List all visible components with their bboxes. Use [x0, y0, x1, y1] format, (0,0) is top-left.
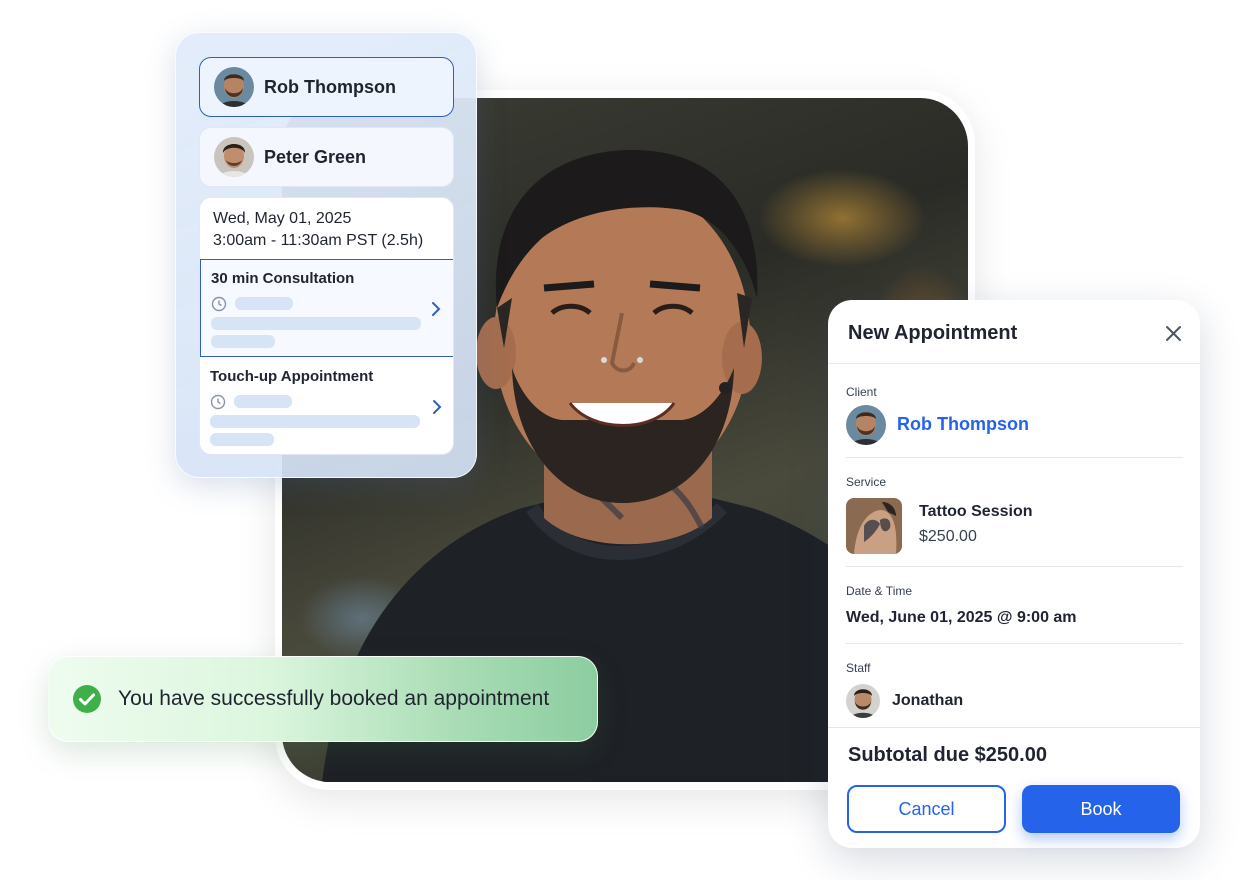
slot-time: 3:00am - 11:30am PST (2.5h) [213, 232, 424, 249]
new-appointment-panel: New Appointment Client Rob Thompson Serv… [828, 300, 1200, 848]
clock-icon [211, 296, 227, 312]
staff-name: Peter Green [264, 146, 367, 167]
chevron-right-icon [433, 400, 442, 414]
staff-label: Staff [846, 661, 871, 675]
clock-icon [210, 394, 226, 410]
staff-avatar [846, 684, 880, 718]
staff-option-peter-green[interactable]: Peter Green [199, 127, 454, 187]
service-label: Service [846, 475, 887, 489]
placeholder-bar [211, 335, 275, 348]
check-circle-icon [73, 685, 101, 713]
service-option-touch-up[interactable]: Touch-up Appointment [200, 358, 453, 454]
client-avatar [846, 405, 886, 445]
panel-title: New Appointment [848, 322, 1018, 344]
staff-option-rob-thompson[interactable]: Rob Thompson [199, 57, 454, 117]
service-name: Tattoo Session [919, 503, 1033, 520]
avatar [214, 67, 254, 107]
service-title: 30 min Consultation [211, 270, 355, 287]
service-thumbnail [846, 498, 902, 554]
placeholder-bar [211, 317, 421, 330]
datetime-label: Date & Time [846, 584, 913, 598]
success-toast: You have successfully booked an appointm… [48, 656, 598, 742]
placeholder-bar [210, 433, 274, 446]
placeholder-bar [235, 297, 293, 310]
time-slot-box: Wed, May 01, 2025 3:00am - 11:30am PST (… [199, 197, 454, 455]
slot-date: Wed, May 01, 2025 [213, 210, 352, 227]
divider [846, 566, 1183, 567]
chevron-right-icon [432, 302, 441, 316]
service-option-consultation[interactable]: 30 min Consultation [200, 259, 453, 357]
panel-header: New Appointment [828, 300, 1200, 364]
avatar [214, 137, 254, 177]
service-title: Touch-up Appointment [210, 368, 374, 385]
footer-divider [828, 727, 1200, 728]
client-label: Client [846, 385, 877, 399]
divider [846, 643, 1183, 644]
cancel-button[interactable]: Cancel [847, 785, 1006, 833]
staff-name: Rob Thompson [264, 76, 396, 97]
close-icon[interactable] [1165, 325, 1182, 342]
placeholder-bar [234, 395, 292, 408]
slot-header: Wed, May 01, 2025 3:00am - 11:30am PST (… [200, 198, 453, 260]
staff-picker-card: Rob Thompson Peter Green Wed, May 01, 20… [175, 32, 477, 478]
divider [846, 457, 1183, 458]
book-button[interactable]: Book [1022, 785, 1180, 833]
client-name-link[interactable]: Rob Thompson [897, 414, 1029, 435]
staff-name: Jonathan [892, 692, 964, 709]
datetime-value[interactable]: Wed, June 01, 2025 @ 9:00 am [846, 609, 1077, 627]
toast-message: You have successfully booked an appointm… [118, 687, 550, 710]
service-price: $250.00 [919, 528, 977, 545]
placeholder-bar [210, 415, 420, 428]
subtotal-text: Subtotal due $250.00 [848, 744, 1047, 766]
